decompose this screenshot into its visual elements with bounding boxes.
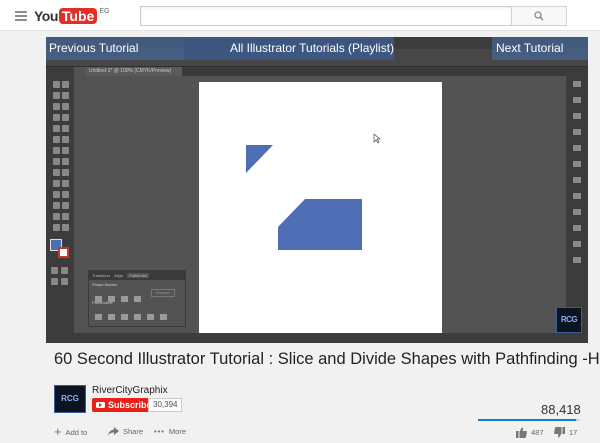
- action-bar: + Add to Share ••• More 487 17: [54, 424, 590, 441]
- thumbs-down-icon: [554, 427, 565, 438]
- illustrator-status-bar: [46, 333, 588, 343]
- share-icon: [108, 427, 119, 436]
- video-player[interactable]: Untitled-1* @ 100% (CMYK/Preview) Transf…: [46, 37, 588, 343]
- expand-button: Expand: [151, 289, 175, 297]
- sliced-triangle-shape: [246, 145, 273, 173]
- add-to-button[interactable]: + Add to: [54, 424, 87, 439]
- shape-modes-label: Shape Modes:: [92, 282, 118, 287]
- region-label: EG: [99, 8, 110, 15]
- dislike-button[interactable]: 17: [554, 427, 577, 438]
- pf-tab-align: Align: [114, 273, 123, 278]
- like-button[interactable]: 487: [516, 427, 544, 438]
- view-count: 88,418: [541, 402, 581, 417]
- search-button[interactable]: [511, 6, 567, 26]
- like-count: 487: [531, 428, 544, 437]
- pathfinder-panel: Transform Align Pathfinder Shape Modes: …: [88, 270, 186, 327]
- subscribe-button[interactable]: Subscribe: [92, 398, 157, 412]
- sliced-polygon-shape: [278, 199, 362, 250]
- previous-tutorial-link[interactable]: Previous Tutorial: [46, 37, 184, 60]
- search-icon: [534, 11, 544, 21]
- illustrator-tools-panel: [46, 67, 74, 343]
- channel-watermark[interactable]: RCG: [556, 307, 582, 333]
- search-input[interactable]: [140, 6, 512, 26]
- more-dots-icon: •••: [154, 427, 165, 436]
- plus-icon: +: [54, 424, 62, 439]
- pf-tab-transform: Transform: [92, 273, 111, 278]
- illustrator-panels-dock: [566, 67, 588, 343]
- subscriber-count: 30,394: [148, 398, 183, 412]
- thumbs-up-icon: [516, 427, 527, 438]
- share-button[interactable]: Share: [108, 427, 143, 436]
- mouse-cursor-icon: [373, 133, 381, 144]
- masthead: You Tube EG: [0, 0, 600, 31]
- channel-avatar[interactable]: RCG: [54, 385, 86, 413]
- more-button[interactable]: ••• More: [154, 427, 186, 436]
- subscribe-label: Subscribe: [108, 400, 152, 410]
- sentiment-bar: [478, 419, 579, 421]
- stroke-swatch-icon: [58, 247, 69, 258]
- playlist-link[interactable]: All Illustrator Tutorials (Playlist): [184, 37, 394, 60]
- next-tutorial-link[interactable]: Next Tutorial: [492, 37, 588, 60]
- youtube-logo[interactable]: You Tube EG: [34, 8, 109, 24]
- video-title: 60 Second Illustrator Tutorial : Slice a…: [54, 350, 600, 368]
- likes-fill: [478, 419, 576, 421]
- pf-tab-pathfinder: Pathfinder: [126, 273, 150, 278]
- artwork-shapes: [246, 133, 381, 250]
- guide-menu-icon[interactable]: [15, 11, 27, 21]
- dislike-count: 17: [569, 428, 578, 437]
- document-tab: Untitled-1* @ 100% (CMYK/Preview): [86, 67, 182, 76]
- youtube-play-icon: [96, 402, 105, 408]
- channel-name[interactable]: RiverCityGraphix: [92, 385, 168, 396]
